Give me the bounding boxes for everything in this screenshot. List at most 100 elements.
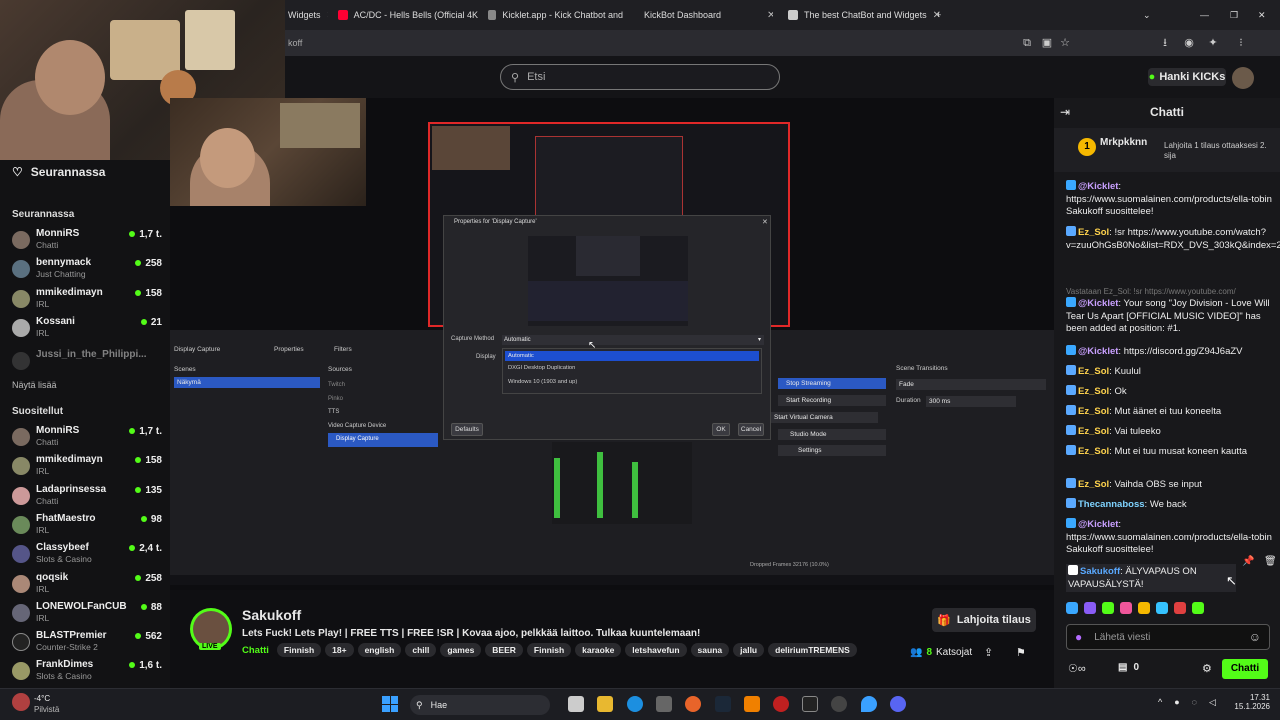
- emote-icon[interactable]: [1084, 602, 1096, 614]
- studio-mode-button[interactable]: Studio Mode: [778, 429, 886, 440]
- sidebar-item-fhatmaestro[interactable]: FhatMaestro IRL 98: [12, 513, 162, 539]
- source-item[interactable]: Pinko: [328, 393, 438, 407]
- show-more-link[interactable]: Näytä lisää: [12, 380, 57, 390]
- pin-icon[interactable]: ⚑: [1016, 646, 1026, 659]
- source-item[interactable]: Video Capture Device: [328, 420, 438, 434]
- emote-icon[interactable]: [1066, 602, 1078, 614]
- sidebar-item-mmikedimayn[interactable]: mmikedimayn IRL 158: [12, 454, 162, 480]
- pin-icon[interactable]: 📌: [1242, 556, 1254, 567]
- emoji-icon[interactable]: ☺: [1249, 630, 1261, 644]
- taskbar-search[interactable]: ⚲ Hae: [410, 695, 550, 715]
- sidebar-item-lonewolfancub[interactable]: LONEWOLFanCUB IRL 88: [12, 601, 162, 627]
- sidebar-item-monnirs[interactable]: MonniRS Chatti 1,7 t.: [12, 228, 162, 254]
- terminal-icon[interactable]: [802, 696, 818, 712]
- extensions-icon[interactable]: ✦: [1206, 36, 1220, 50]
- tag[interactable]: 18+: [325, 643, 354, 657]
- tab-acdc[interactable]: AC/DC - Hells Bells (Official 4K: [338, 4, 478, 26]
- chat-input[interactable]: ● Lähetä viesti ☺: [1066, 624, 1270, 650]
- sidebar-item-frankdimes[interactable]: FrankDimes Slots & Casino 1,6 t.: [12, 659, 162, 685]
- option-dxgi[interactable]: DXGI Desktop Duplication: [505, 365, 575, 371]
- sidebar-item-monnirs[interactable]: MonniRS Chatti 1,7 t.: [12, 425, 162, 451]
- option-windows10[interactable]: Windows 10 (1903 and up): [505, 379, 577, 385]
- sidebar-item-bennymack[interactable]: bennymack Just Chatting 258: [12, 257, 162, 283]
- task-view-icon[interactable]: [568, 696, 584, 712]
- start-virtual-camera-button[interactable]: Start Virtual Camera: [770, 412, 878, 423]
- duration-input[interactable]: 300 ms: [926, 396, 1016, 407]
- cancel-button[interactable]: Cancel: [738, 423, 764, 436]
- maximize-icon[interactable]: ❐: [1230, 4, 1244, 26]
- tab-kickbot[interactable]: KickBot Dashboard ✕: [638, 4, 773, 26]
- sidebar-item-kossani[interactable]: Kossani IRL 21: [12, 316, 162, 342]
- close-icon[interactable]: ✕: [327, 10, 328, 21]
- rewards-icon[interactable]: ☉∞: [1068, 662, 1086, 675]
- store-icon[interactable]: [656, 696, 672, 712]
- tab-widgets[interactable]: Widgets✕: [288, 4, 328, 26]
- tag[interactable]: games: [440, 643, 482, 657]
- tag[interactable]: chill: [405, 643, 437, 657]
- source-item[interactable]: Twitch: [328, 379, 438, 393]
- tag[interactable]: letshavefun: [625, 643, 687, 657]
- star-icon[interactable]: ☆: [1058, 36, 1072, 50]
- new-tab-button[interactable]: +: [936, 4, 950, 26]
- wifi-icon[interactable]: ◌: [1192, 697, 1197, 708]
- chevron-down-icon[interactable]: ⌄: [1143, 4, 1157, 26]
- emote-icon[interactable]: [1120, 602, 1132, 614]
- sidebar-item-classybeef[interactable]: Classybeef Slots & Casino 2,4 t.: [12, 542, 162, 568]
- tag[interactable]: karaoke: [575, 643, 622, 657]
- close-icon[interactable]: ✕: [762, 218, 768, 226]
- emote-icon[interactable]: [1174, 602, 1186, 614]
- settings-button[interactable]: Settings: [778, 445, 886, 456]
- clock[interactable]: 17.31 15.1.2026: [1234, 693, 1270, 711]
- edge-icon[interactable]: [627, 696, 643, 712]
- emote-icon[interactable]: [1102, 602, 1114, 614]
- vlc-icon[interactable]: [744, 696, 760, 712]
- avatar[interactable]: [1232, 67, 1254, 89]
- points-display[interactable]: ▤ 0: [1118, 662, 1139, 673]
- tab-display-capture[interactable]: Display Capture: [174, 346, 220, 353]
- transition-select[interactable]: Fade: [896, 379, 1046, 390]
- chevron-up-icon[interactable]: ^: [1158, 697, 1162, 708]
- tag[interactable]: sauna: [690, 643, 730, 657]
- emote-icon[interactable]: [1156, 602, 1168, 614]
- option-automatic[interactable]: Automatic: [505, 351, 759, 361]
- close-icon[interactable]: ✕: [767, 10, 773, 21]
- menu-icon[interactable]: ⁝: [1234, 36, 1248, 50]
- download-icon[interactable]: ⭳: [1158, 36, 1172, 50]
- defaults-button[interactable]: Defaults: [451, 423, 483, 436]
- opera-icon[interactable]: [773, 696, 789, 712]
- tag[interactable]: english: [357, 643, 402, 657]
- capture-method-select[interactable]: Automatic ▾: [502, 335, 764, 345]
- send-button[interactable]: Chatti: [1222, 659, 1268, 679]
- sidebar-item-mmikedimayn[interactable]: mmikedimayn IRL 158: [12, 287, 162, 313]
- tag[interactable]: BEER: [485, 643, 523, 657]
- sidebar-item-qoqsik[interactable]: qoqsik IRL 258: [12, 572, 162, 598]
- tag[interactable]: jallu: [733, 643, 765, 657]
- start-recording-button[interactable]: Start Recording: [778, 395, 886, 406]
- tag[interactable]: Finnish: [276, 643, 322, 657]
- minimize-icon[interactable]: —: [1200, 4, 1214, 26]
- tab-chatbot[interactable]: The best ChatBot and Widgets ✕: [788, 4, 948, 26]
- steam-icon[interactable]: [715, 696, 731, 712]
- source-item[interactable]: TTS: [328, 406, 438, 420]
- capture-method-dropdown[interactable]: Automatic DXGI Desktop Duplication Windo…: [502, 348, 762, 394]
- discord-icon[interactable]: [890, 696, 906, 712]
- emote-icon[interactable]: [1138, 602, 1150, 614]
- app-icon[interactable]: [861, 696, 877, 712]
- tag[interactable]: Finnish: [526, 643, 572, 657]
- cast-icon[interactable]: ▣: [1040, 36, 1054, 50]
- source-item[interactable]: Display Capture: [328, 433, 438, 447]
- sidebar-item-ladaprinsessa[interactable]: Ladaprinsessa Chatti 135: [12, 484, 162, 510]
- search-input[interactable]: ⚲ Etsi: [500, 64, 780, 90]
- scene-item[interactable]: Näkymä: [174, 377, 320, 388]
- stop-streaming-button[interactable]: Stop Streaming: [778, 378, 886, 389]
- tag[interactable]: deliriumTREMENS: [768, 643, 857, 657]
- sidebar-item-blastpremier[interactable]: BLASTPremier Counter-Strike 2 562: [12, 630, 162, 656]
- obs-icon[interactable]: [831, 696, 847, 712]
- ok-button[interactable]: OK: [712, 423, 730, 436]
- install-icon[interactable]: ⧉: [1020, 36, 1034, 50]
- weather-temp[interactable]: -4°C: [34, 694, 50, 703]
- start-icon[interactable]: [382, 696, 398, 712]
- emote-icon[interactable]: [1192, 602, 1204, 614]
- share-icon[interactable]: ⇪: [984, 646, 993, 659]
- sidebar-item-jussi[interactable]: Jussi_in_the_Philippi...: [12, 349, 162, 375]
